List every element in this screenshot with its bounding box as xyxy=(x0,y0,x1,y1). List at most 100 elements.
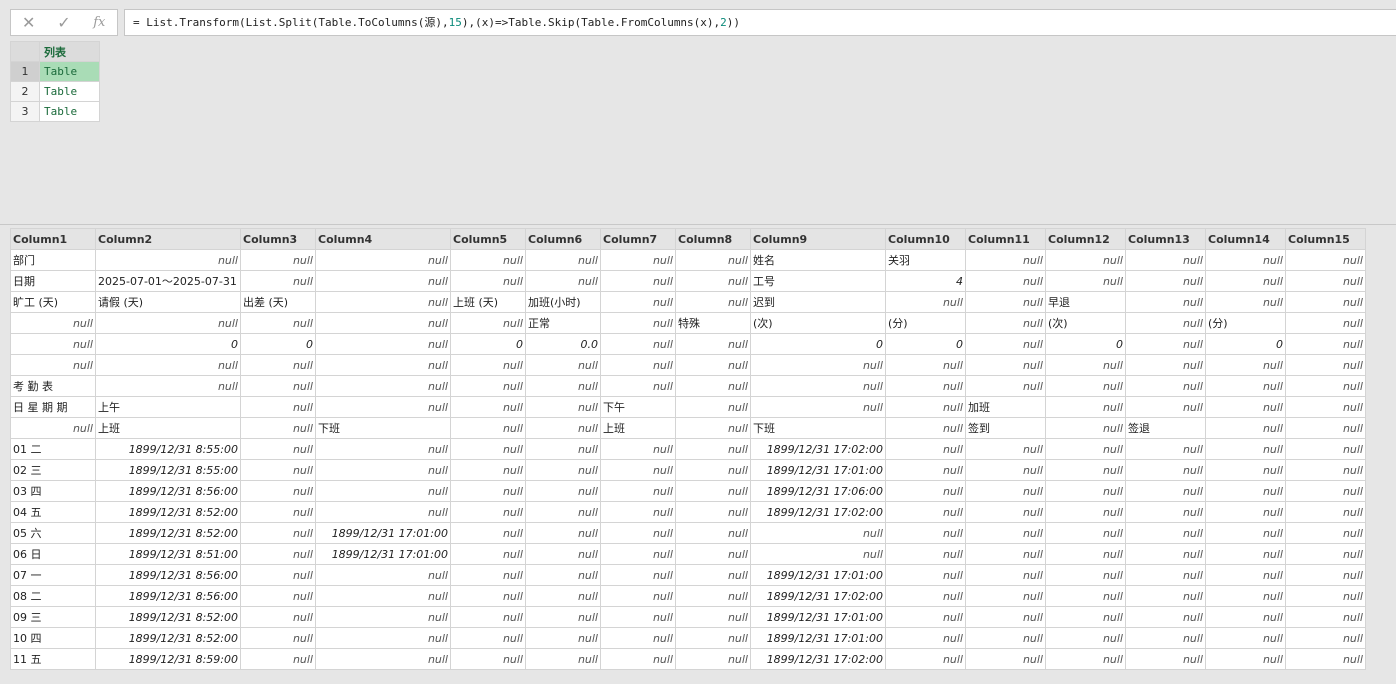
table-cell[interactable]: 早退 xyxy=(1045,291,1126,313)
table-cell[interactable]: null xyxy=(675,417,751,439)
table-cell[interactable]: null xyxy=(965,522,1046,544)
table-cell[interactable]: 旷工 (天) xyxy=(10,291,96,313)
table-cell[interactable]: 1899/12/31 8:55:00 xyxy=(95,459,241,481)
table-cell[interactable]: (次) xyxy=(1045,312,1126,334)
table-cell[interactable]: null xyxy=(1205,417,1286,439)
table-cell[interactable]: null xyxy=(600,270,676,292)
table-cell[interactable]: 01 二 xyxy=(10,438,96,460)
table-cell[interactable]: null xyxy=(675,375,751,397)
table-cell[interactable]: 11 五 xyxy=(10,648,96,670)
table-cell[interactable]: null xyxy=(1285,354,1366,376)
table-cell[interactable]: null xyxy=(525,606,601,628)
table-cell[interactable]: 1899/12/31 17:02:00 xyxy=(750,501,886,523)
table-cell[interactable]: 签退 xyxy=(1125,417,1206,439)
table-cell[interactable]: null xyxy=(315,585,451,607)
table-cell[interactable]: null xyxy=(1045,417,1126,439)
table-cell[interactable]: null xyxy=(1045,249,1126,271)
table-cell[interactable]: 06 日 xyxy=(10,543,96,565)
table-cell[interactable]: null xyxy=(600,564,676,586)
table-cell[interactable]: null xyxy=(450,354,526,376)
table-cell[interactable]: null xyxy=(675,438,751,460)
table-cell[interactable]: null xyxy=(525,375,601,397)
table-cell[interactable]: 1899/12/31 8:59:00 xyxy=(95,648,241,670)
table-cell[interactable]: 1899/12/31 17:01:00 xyxy=(750,564,886,586)
table-cell[interactable]: null xyxy=(885,522,966,544)
table-cell[interactable]: (分) xyxy=(1205,312,1286,334)
column-header-9[interactable]: Column9 xyxy=(750,228,886,250)
table-cell[interactable]: null xyxy=(1125,438,1206,460)
table-cell[interactable]: null xyxy=(1285,375,1366,397)
table-cell[interactable]: null xyxy=(450,480,526,502)
table-cell[interactable]: null xyxy=(885,501,966,523)
table-cell[interactable]: null xyxy=(1285,627,1366,649)
table-cell[interactable]: null xyxy=(240,438,316,460)
table-cell[interactable]: null xyxy=(1205,396,1286,418)
table-cell[interactable]: null xyxy=(1125,375,1206,397)
table-cell[interactable]: null xyxy=(965,585,1046,607)
table-cell[interactable]: null xyxy=(450,459,526,481)
table-cell[interactable]: 考 勤 表 xyxy=(10,375,96,397)
table-cell[interactable]: null xyxy=(315,627,451,649)
table-cell[interactable]: null xyxy=(315,480,451,502)
table-cell[interactable]: 上班 (天) xyxy=(450,291,526,313)
table-cell[interactable]: 10 四 xyxy=(10,627,96,649)
list-item[interactable]: 3 Table xyxy=(10,101,100,122)
table-cell[interactable]: null xyxy=(1045,396,1126,418)
table-cell[interactable]: null xyxy=(1045,648,1126,670)
table-cell[interactable]: null xyxy=(315,333,451,355)
table-cell[interactable]: null xyxy=(525,396,601,418)
table-cell[interactable]: 1899/12/31 8:56:00 xyxy=(95,480,241,502)
table-cell[interactable]: null xyxy=(675,606,751,628)
table-cell[interactable]: null xyxy=(240,249,316,271)
table-cell[interactable]: 请假 (天) xyxy=(95,291,241,313)
table-cell[interactable]: null xyxy=(600,627,676,649)
table-cell[interactable]: null xyxy=(1205,606,1286,628)
table-cell[interactable]: 加班 xyxy=(965,396,1046,418)
table-cell[interactable]: 迟到 xyxy=(750,291,886,313)
table-cell[interactable]: 下午 xyxy=(600,396,676,418)
table-cell[interactable]: null xyxy=(1205,438,1286,460)
table-cell[interactable]: 正常 xyxy=(525,312,601,334)
table-cell[interactable]: null xyxy=(1285,501,1366,523)
formula-input[interactable]: = List.Transform(List.Split(Table.ToColu… xyxy=(124,9,1396,36)
table-cell[interactable]: 1899/12/31 17:01:00 xyxy=(750,459,886,481)
table-cell[interactable]: null xyxy=(675,396,751,418)
table-cell[interactable]: null xyxy=(965,648,1046,670)
table-cell[interactable]: null xyxy=(965,291,1046,313)
confirm-icon[interactable]: ✓ xyxy=(46,10,81,35)
list-item[interactable]: 1 Table xyxy=(10,61,100,82)
table-cell[interactable]: null xyxy=(525,438,601,460)
table-cell[interactable]: null xyxy=(240,585,316,607)
table-cell[interactable]: null xyxy=(750,522,886,544)
table-cell[interactable]: null xyxy=(95,354,241,376)
table-cell[interactable]: null xyxy=(965,543,1046,565)
table-cell[interactable]: null xyxy=(1285,564,1366,586)
table-cell[interactable]: 上午 xyxy=(95,396,241,418)
table-cell[interactable]: null xyxy=(95,312,241,334)
table-cell[interactable]: null xyxy=(525,543,601,565)
table-cell[interactable]: null xyxy=(1125,585,1206,607)
table-cell[interactable]: 1899/12/31 8:52:00 xyxy=(95,501,241,523)
column-header-8[interactable]: Column8 xyxy=(675,228,751,250)
table-cell[interactable]: 日 星 期 期 xyxy=(10,396,96,418)
table-cell[interactable]: 下班 xyxy=(750,417,886,439)
table-cell[interactable]: null xyxy=(315,438,451,460)
table-cell[interactable]: null xyxy=(750,354,886,376)
table-cell[interactable]: null xyxy=(885,291,966,313)
table-cell[interactable]: null xyxy=(1205,249,1286,271)
table-cell[interactable]: null xyxy=(1205,291,1286,313)
table-cell[interactable]: null xyxy=(240,627,316,649)
table-cell[interactable]: null xyxy=(315,501,451,523)
table-cell[interactable]: null xyxy=(1045,270,1126,292)
column-header-14[interactable]: Column14 xyxy=(1205,228,1286,250)
table-cell[interactable]: null xyxy=(1285,585,1366,607)
table-cell[interactable]: null xyxy=(1125,459,1206,481)
table-cell[interactable]: null xyxy=(965,270,1046,292)
table-cell[interactable]: null xyxy=(885,417,966,439)
table-cell[interactable]: null xyxy=(1125,501,1206,523)
table-cell[interactable]: null xyxy=(750,543,886,565)
table-cell[interactable]: null xyxy=(1285,459,1366,481)
table-cell[interactable]: 08 二 xyxy=(10,585,96,607)
table-cell[interactable]: null xyxy=(240,543,316,565)
table-cell[interactable]: 1899/12/31 8:56:00 xyxy=(95,564,241,586)
